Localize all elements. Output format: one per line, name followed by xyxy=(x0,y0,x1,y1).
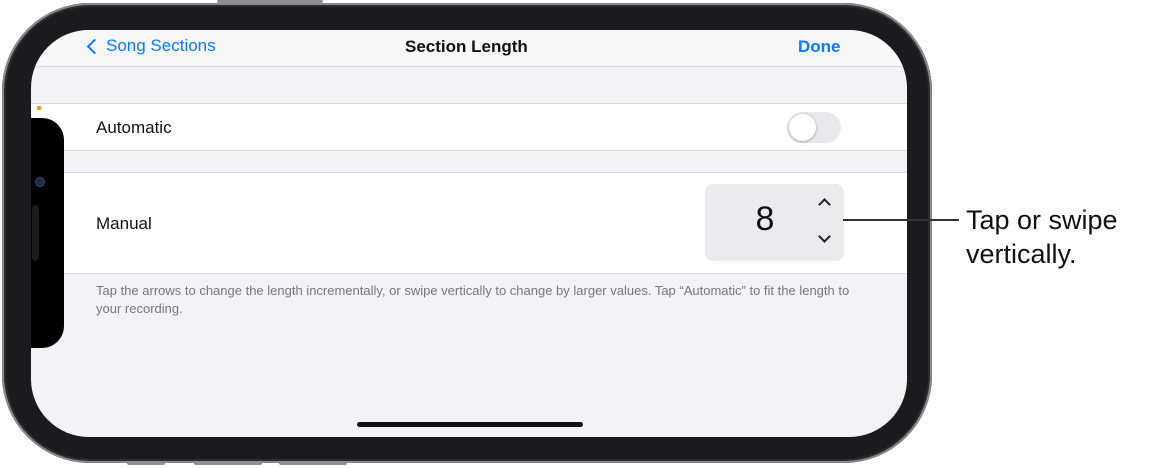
screen: Song Sections Section Length Done Automa… xyxy=(31,30,907,437)
callout-line-2: vertically. xyxy=(966,239,1077,269)
page-title: Section Length xyxy=(405,37,528,56)
manual-row: Manual 8 xyxy=(31,172,907,274)
automatic-toggle[interactable] xyxy=(787,112,841,143)
callout-text: Tap or swipe vertically. xyxy=(966,203,1118,271)
bottom-button-2 xyxy=(194,461,262,465)
home-indicator[interactable] xyxy=(357,422,583,427)
increment-button[interactable] xyxy=(813,192,835,214)
back-button-label: Song Sections xyxy=(106,36,216,55)
front-camera xyxy=(35,177,45,187)
chevron-up-icon xyxy=(818,198,831,211)
done-button[interactable]: Done xyxy=(798,37,841,57)
bottom-button-3 xyxy=(279,461,347,465)
footer-description: Tap the arrows to change the length incr… xyxy=(96,283,850,316)
manual-label: Manual xyxy=(96,214,152,233)
chevron-left-icon xyxy=(86,38,103,54)
sensor-notch xyxy=(31,118,64,348)
length-stepper[interactable]: 8 xyxy=(705,184,844,261)
navigation-bar: Song Sections Section Length Done xyxy=(31,30,907,67)
phone-frame: Song Sections Section Length Done Automa… xyxy=(2,0,932,465)
toggle-knob xyxy=(789,114,816,141)
bottom-button-1 xyxy=(127,461,165,465)
automatic-label: Automatic xyxy=(96,118,172,137)
automatic-row: Automatic xyxy=(31,103,907,151)
chevron-down-icon xyxy=(818,230,831,243)
decrement-button[interactable] xyxy=(813,228,835,250)
stepper-value: 8 xyxy=(755,200,775,238)
callout-line-1: Tap or swipe xyxy=(966,205,1118,235)
top-side-button xyxy=(217,0,323,3)
privacy-indicator-dot xyxy=(37,106,41,110)
earpiece-speaker xyxy=(32,205,39,261)
callout-line xyxy=(843,219,959,221)
back-button[interactable]: Song Sections xyxy=(86,36,216,56)
